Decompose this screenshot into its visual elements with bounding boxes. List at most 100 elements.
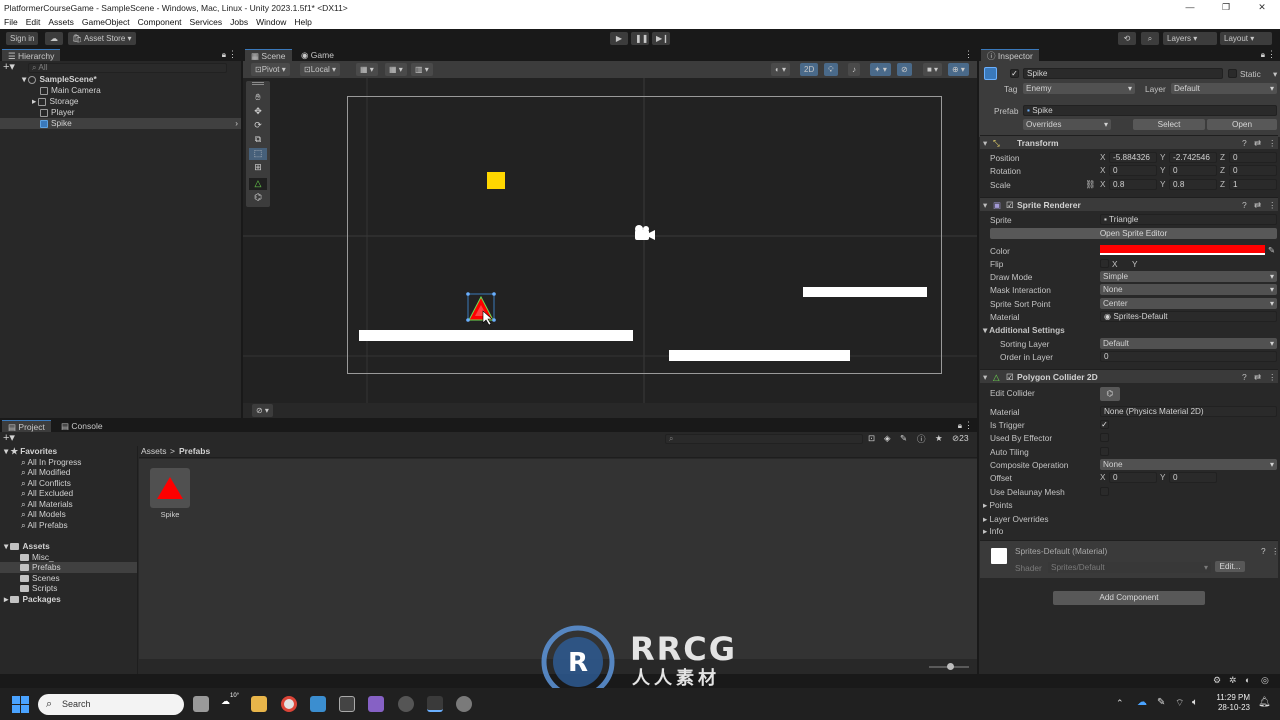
help-icon[interactable]: ? [1261,546,1266,556]
scale-x-field[interactable]: 0.8 [1109,179,1157,190]
open-button[interactable]: Open [1207,119,1277,130]
cache-icon[interactable]: ⚙ [1213,675,1221,686]
is-trigger-checkbox[interactable]: ✓ [1100,420,1109,429]
snap-icon[interactable]: ▦ ▾ [385,63,407,76]
gizmos-icon[interactable]: ⊕ ▾ [948,63,969,76]
store-icon[interactable] [310,696,326,712]
scene-root[interactable]: ▾ SampleScene* [0,74,241,85]
folder-item-scripts[interactable]: Scripts [0,583,137,594]
app-icon[interactable] [456,696,472,712]
search-by-type-icon[interactable]: ⊡ [868,433,875,444]
hand-tool-icon[interactable]: ✋︎ [249,92,267,104]
layers-dropdown[interactable]: Layers ▾ [1163,32,1217,45]
hierarchy-item-main-camera[interactable]: Main Camera [0,85,241,96]
favorite-item[interactable]: ⌕ All Conflicts [0,478,137,489]
asset-thumbnail[interactable] [150,468,190,508]
lock-icon[interactable]: 🔒︎ [222,50,226,60]
hierarchy-search-input[interactable]: ⌕ All [28,63,227,73]
color-swatch[interactable] [1100,245,1265,255]
shader-dropdown[interactable]: Sprites/Default [1048,562,1211,573]
sign-in-button[interactable]: Sign in [6,32,39,45]
minimize-button[interactable]: — [1172,0,1208,15]
chrome-icon[interactable] [281,696,297,712]
wifi-icon[interactable]: ⌔ [1175,697,1184,710]
offset-y-field[interactable]: 0 [1169,472,1217,483]
favorite-item[interactable]: ⌕ All Prefabs [0,520,137,531]
prefab-field[interactable]: ▪ Spike [1023,105,1277,116]
unity-hub-icon[interactable] [427,696,443,712]
spike-sprite[interactable] [466,292,496,322]
notification-icon[interactable]: ◎ [1261,675,1269,686]
task-view-icon[interactable] [193,696,209,712]
component-menu-icon[interactable]: ⋮ [1268,138,1277,149]
sprite-sort-point-dropdown[interactable]: Center [1100,298,1277,309]
favorites-header[interactable]: ▾ ★ Favorites [0,446,137,457]
enabled-checkbox[interactable]: ☑ [1006,200,1014,211]
favorite-item[interactable]: ⌕ All In Progress [0,457,137,468]
cloud-icon[interactable]: ☁ [45,32,63,45]
platform-left[interactable] [359,330,633,341]
shader-edit-button[interactable]: Edit... [1215,561,1245,572]
play-icon[interactable]: ▶ [610,32,628,45]
hierarchy-item-storage[interactable]: ▸ Storage [0,96,241,107]
favorite-item[interactable]: ⌕ All Excluded [0,488,137,499]
polygon-collider-header[interactable]: ▾ △ ☑ Polygon Collider 2D ? ⇄ ⋮ [980,369,1278,383]
add-component-button[interactable]: Add Component [1053,591,1205,605]
assets-folder[interactable]: ▾ Assets [0,541,137,552]
help-icon[interactable]: ? [1242,138,1247,148]
help-icon[interactable]: ? [1242,372,1247,382]
packages-folder[interactable]: ▸ Packages [0,594,137,605]
static-checkbox[interactable] [1228,69,1237,78]
effects-icon[interactable]: ✦ ▾ [870,63,891,76]
sprite-renderer-header[interactable]: ▾ ▣ ☑ Sprite Renderer ? ⇄ ⋮ [980,197,1278,211]
sprite-field[interactable]: ▪ Triangle [1100,214,1277,225]
component-menu-icon[interactable]: ⋮ [1271,546,1279,556]
visual-studio-icon[interactable] [368,696,384,712]
tab-console[interactable]: ▤ Console [55,420,109,432]
lock-icon[interactable]: 🔒︎ [958,421,962,431]
auto-tiling-checkbox[interactable] [1100,447,1109,456]
tab-scene[interactable]: ▦ Scene [245,49,292,61]
component-menu-icon[interactable]: ⋮ [1268,200,1277,211]
menu-edit[interactable]: Edit [26,17,41,27]
progress-icon[interactable]: ◐ [1245,675,1250,685]
position-z-field[interactable]: 0 [1229,152,1277,163]
layout-dropdown[interactable]: Layout ▾ [1220,32,1272,45]
overrides-dropdown[interactable]: Overrides [1023,119,1111,130]
drag-handle-icon[interactable] [252,82,264,85]
camera-icon[interactable]: ■ ▾ [923,63,943,76]
hidden-packages-icon[interactable]: ⊘23 [952,433,969,444]
menu-services[interactable]: Services [190,17,223,27]
rect-tool-icon[interactable]: ⬚ [249,148,267,160]
kebab-menu-icon[interactable]: ⋮ [228,49,237,60]
kebab-menu-icon[interactable]: ⋮ [964,420,973,431]
step-icon[interactable]: ▶❙ [652,32,670,45]
search-by-label-icon[interactable]: ◈ [884,433,891,444]
foldout-icon[interactable]: ▾ [983,138,987,149]
hierarchy-item-player[interactable]: Player [0,107,241,118]
breadcrumb-assets[interactable]: Assets [141,446,167,456]
add-icon[interactable]: +▾ [3,433,15,444]
shading-mode-icon[interactable]: ◐ ▾ [771,63,791,76]
star-icon[interactable]: ★ [935,433,943,444]
hierarchy-item-spike[interactable]: Spike › [0,118,241,129]
local-dropdown[interactable]: ⊡Local ▾ [300,63,341,76]
clock[interactable]: 11:29 PM 28-10-23 [1214,693,1250,713]
close-button[interactable]: ✕ [1244,0,1280,15]
favorite-item[interactable]: ⌕ All Models [0,509,137,520]
search-icon[interactable]: ⌕ [1141,32,1159,45]
asset-store-button[interactable]: 🛍 Asset Store ▾ [68,32,136,45]
kebab-menu-icon[interactable]: ⋮ [1267,49,1276,60]
used-by-effector-checkbox[interactable] [1100,433,1109,442]
custom-tool-icon[interactable]: ⌬ [249,192,267,204]
scale-tool-icon[interactable]: ⧉ [249,134,267,146]
onedrive-icon[interactable]: ☁ [1137,697,1147,708]
github-icon[interactable] [398,696,414,712]
lock-icon[interactable]: 🔒︎ [1261,50,1265,60]
notification-bell-icon[interactable]: 🔔︎ [1258,697,1271,708]
history-icon[interactable]: ⟲ [1118,32,1136,45]
preset-icon[interactable]: ⇄ [1254,138,1261,149]
taskbar-search-input[interactable]: ⌕ Search [38,694,184,715]
tray-chevron-icon[interactable]: ⌃ [1116,698,1124,709]
layer-overrides-foldout[interactable]: ▸ Layer Overrides [983,514,1049,524]
